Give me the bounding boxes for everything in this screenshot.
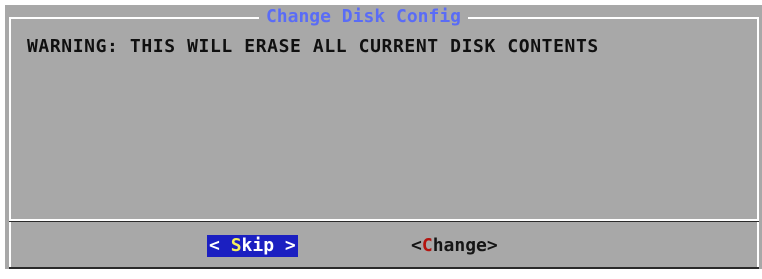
skip-button[interactable]: < Skip > [207,235,298,257]
change-button-label: hange [432,235,487,256]
skip-button-hotkey: S [230,235,242,256]
frame-top-right-border [468,17,759,19]
frame-left-border [9,17,11,268]
skip-button-label: kip [241,235,275,256]
change-button[interactable]: <Change> [411,235,498,257]
change-button-hotkey: C [421,235,433,256]
button-area-separator-shadow [9,221,759,222]
warning-message: WARNING: THIS WILL ERASE ALL CURRENT DIS… [27,36,599,57]
dialog-title: Change Disk Config [265,6,462,27]
skip-button-close-bracket: > [274,235,296,256]
frame-right-border [757,17,759,268]
skip-button-open-bracket: < [209,235,231,256]
frame-bottom-border [9,267,759,269]
change-button-open-bracket: < [411,235,422,256]
change-button-close-bracket: > [486,235,498,256]
change-disk-config-dialog: Change Disk Config WARNING: THIS WILL ER… [5,5,762,269]
frame-top-left-border [9,17,259,19]
